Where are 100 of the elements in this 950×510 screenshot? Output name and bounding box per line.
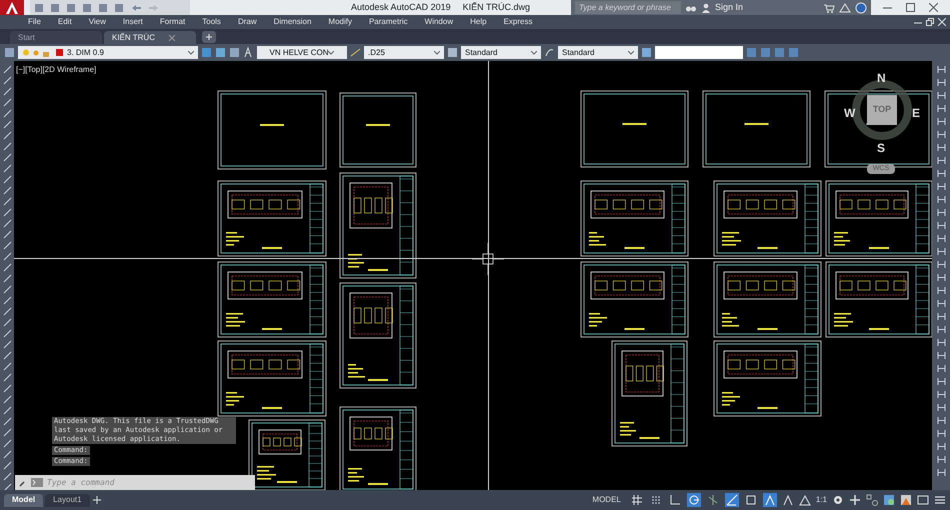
file-tab[interactable]: Start — [10, 31, 102, 44]
caret-icon[interactable] — [628, 50, 634, 54]
command-line-field[interactable]: Type a command — [15, 475, 255, 490]
multileader-style-dropdown[interactable]: Standard — [558, 46, 638, 59]
grid-toggle-icon[interactable] — [630, 493, 644, 507]
menu-item[interactable]: Insert — [122, 16, 143, 28]
viewport-controls[interactable]: [−][Top][2D Wireframe] — [16, 64, 96, 76]
dimension-tool-icon[interactable] — [936, 169, 946, 178]
close-icon[interactable] — [929, 3, 938, 12]
dimension-tool-icon[interactable] — [936, 325, 946, 334]
dimension-tool-icon[interactable] — [936, 429, 946, 438]
text-style-dropdown[interactable]: VN HELVE CON — [257, 46, 347, 59]
dimension-tool-icon[interactable] — [936, 130, 946, 139]
dimension-tool-icon[interactable] — [936, 299, 946, 308]
compass-letter[interactable]: E — [912, 104, 920, 122]
compass-letter[interactable]: S — [877, 139, 886, 157]
menu-item[interactable]: View — [88, 16, 106, 28]
restore-icon[interactable] — [926, 18, 934, 26]
dimension-style-icon[interactable] — [350, 47, 361, 58]
isolate-objects-icon[interactable] — [883, 494, 895, 506]
dimension-tool-icon[interactable] — [936, 416, 946, 425]
hardware-acceleration-icon[interactable] — [900, 494, 912, 506]
polar-toggle-icon[interactable] — [686, 493, 701, 507]
menu-item[interactable]: File — [28, 16, 41, 28]
annotation-scale-dropdown[interactable]: 1:1 — [816, 494, 827, 506]
app-logo-icon[interactable] — [0, 0, 24, 15]
gear-icon[interactable] — [832, 494, 844, 506]
dimension-tool-icon[interactable] — [936, 247, 946, 256]
dimension-tool-icon[interactable] — [936, 338, 946, 347]
caret-icon[interactable] — [188, 50, 194, 54]
dimension-tool-icon[interactable] — [936, 117, 946, 126]
ortho-toggle-icon[interactable] — [668, 493, 682, 507]
command-prompt-icon[interactable] — [31, 478, 43, 487]
file-tab[interactable]: KIẾN TRÚC — [104, 31, 196, 44]
dimension-tool-icon[interactable] — [936, 286, 946, 295]
sign-in-link[interactable]: Sign In — [715, 0, 744, 14]
layout-tab[interactable]: Model — [4, 494, 44, 506]
dimension-tool-icon[interactable] — [936, 143, 946, 152]
model-space-toggle[interactable]: MODEL — [588, 494, 625, 506]
dimension-tool-icon[interactable] — [936, 195, 946, 204]
dimension-tool-icon[interactable] — [936, 208, 946, 217]
dimension-tool-icon[interactable] — [936, 403, 946, 412]
osnap-toggle-icon[interactable] — [744, 493, 758, 507]
multileader-style-icon[interactable] — [544, 47, 555, 58]
input-field[interactable] — [655, 46, 743, 59]
dimension-tool-icon[interactable] — [936, 221, 946, 230]
triangle-network-icon[interactable] — [839, 2, 851, 12]
layout-tab[interactable]: Layout1 — [45, 494, 90, 506]
auto-scale-icon[interactable] — [798, 494, 811, 506]
shapes-icon[interactable] — [866, 494, 878, 506]
compass-letter[interactable]: W — [844, 104, 856, 122]
menu-item[interactable]: Express — [504, 16, 532, 28]
menu-item[interactable]: Parametric — [368, 16, 408, 28]
plus-icon[interactable] — [849, 494, 861, 506]
dimension-tool-icon[interactable] — [936, 390, 946, 399]
caret-icon[interactable] — [434, 50, 440, 54]
dimension-tool-icon[interactable] — [936, 260, 946, 269]
new-tab-icon[interactable] — [202, 31, 216, 43]
table-style-dropdown[interactable]: Standard — [461, 46, 541, 59]
compass-letter[interactable]: N — [877, 69, 886, 87]
user-icon[interactable] — [701, 2, 711, 12]
caret-icon[interactable] — [328, 50, 334, 54]
dimension-tool-icon[interactable] — [936, 455, 946, 464]
dimension-tool-icon[interactable] — [936, 78, 946, 87]
search-field[interactable]: Type a keyword or phrase — [575, 1, 681, 14]
dimension-tool-icon[interactable] — [936, 234, 946, 243]
menu-item[interactable]: Modify — [328, 16, 352, 28]
undo-icon[interactable] — [130, 2, 142, 12]
new-layout-icon[interactable] — [92, 495, 102, 505]
text-style-icon[interactable] — [243, 47, 254, 58]
menu-item[interactable]: Dimension — [274, 16, 312, 28]
dimension-tool-icon[interactable] — [936, 273, 946, 282]
menu-item[interactable]: Window — [424, 16, 454, 28]
dimension-tool-icon[interactable] — [936, 351, 946, 360]
dimension-style-dropdown[interactable]: .D25 — [364, 46, 444, 59]
dimension-tool-icon[interactable] — [936, 91, 946, 100]
menu-item[interactable]: Tools — [202, 16, 221, 28]
dimension-tool-icon[interactable] — [936, 377, 946, 386]
osnap-track-toggle-icon[interactable] — [724, 493, 739, 507]
annotation-toggle-icon[interactable] — [762, 493, 777, 507]
dimension-tool-icon[interactable] — [936, 156, 946, 165]
menu-item[interactable]: Edit — [58, 16, 72, 28]
caret-icon[interactable] — [531, 50, 537, 54]
menu-icon[interactable] — [934, 494, 946, 506]
annotation-visibility-icon[interactable] — [782, 494, 794, 506]
maximize-icon[interactable] — [906, 3, 915, 12]
menu-item[interactable]: Draw — [238, 16, 257, 28]
dimension-tool-icon[interactable] — [936, 468, 946, 477]
layer-dropdown[interactable]: 3. DIM 0.9 — [18, 46, 198, 59]
command-input-field[interactable]: Type a command — [47, 476, 251, 488]
dimension-tool-icon[interactable] — [936, 442, 946, 451]
dimension-tool-icon[interactable] — [936, 182, 946, 191]
wrench-icon[interactable] — [19, 478, 27, 486]
menu-item[interactable]: Format — [160, 16, 186, 28]
fullscreen-icon[interactable] — [917, 494, 929, 506]
dimension-tool-icon[interactable] — [936, 364, 946, 373]
dimension-tool-icon[interactable] — [936, 312, 946, 321]
cart-icon[interactable] — [823, 2, 835, 12]
menu-item[interactable]: Help — [470, 16, 487, 28]
dimension-tool-icon[interactable] — [936, 104, 946, 113]
